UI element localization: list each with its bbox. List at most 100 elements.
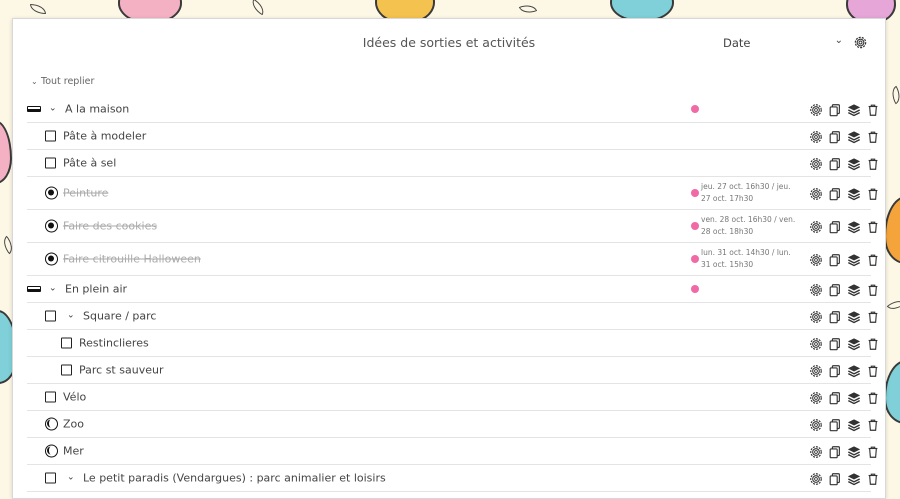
group-row[interactable]: ⌄ En plein air [27,276,878,303]
gear-icon[interactable] [809,390,823,404]
item-label[interactable]: Faire citrouille Halloween [63,253,201,266]
copy-icon[interactable] [828,336,842,351]
completed-radio[interactable] [45,186,58,200]
gear-icon[interactable] [809,444,823,458]
layers-icon[interactable] [847,282,861,297]
list-item[interactable]: Restinclieres [27,330,878,357]
trash-icon[interactable] [866,417,880,431]
group-row[interactable]: ⌄ A la maison [27,96,878,123]
item-label[interactable]: En plein air [65,283,127,296]
layers-icon[interactable] [847,363,861,378]
copy-icon[interactable] [828,186,842,201]
item-label[interactable]: Pâte à sel [63,157,116,170]
gear-icon[interactable] [809,471,823,485]
task-checkbox[interactable] [45,157,56,169]
copy-icon[interactable] [828,417,842,432]
item-label[interactable]: Faire des cookies [63,220,157,233]
copy-icon[interactable] [828,102,842,117]
layers-icon[interactable] [847,336,861,351]
trash-icon[interactable] [866,444,880,458]
layers-icon[interactable] [847,102,861,117]
item-label[interactable]: Restinclieres [79,337,149,350]
trash-icon[interactable] [866,282,880,296]
task-checkbox[interactable] [45,310,56,322]
layers-icon[interactable] [847,309,861,324]
layers-icon[interactable] [847,156,861,171]
copy-icon[interactable] [828,444,842,459]
gear-icon[interactable] [809,156,823,170]
list-item[interactable]: Zoo [27,411,878,438]
trash-icon[interactable] [866,252,880,266]
trash-icon[interactable] [866,363,880,377]
task-checkbox[interactable] [61,337,72,349]
gear-icon[interactable] [809,252,823,266]
in-progress-radio[interactable] [45,417,58,431]
gear-icon[interactable] [809,363,823,377]
list-item[interactable]: Peinture jeu. 27 oct. 16h30 / jeu. 27 oct… [27,177,878,210]
settings-gear-icon[interactable] [853,35,868,50]
copy-icon[interactable] [828,390,842,405]
gear-icon[interactable] [809,219,823,233]
item-label[interactable]: Zoo [63,418,84,431]
trash-icon[interactable] [866,336,880,350]
list-item[interactable]: Faire des cookies ven. 28 oct. 16h30 / ve… [27,210,878,243]
list-item[interactable]: Pâte à sel [27,150,878,177]
layers-icon[interactable] [847,252,861,267]
completed-radio[interactable] [45,219,58,233]
group-toggle-icon[interactable] [27,106,41,112]
trash-icon[interactable] [866,309,880,323]
item-label[interactable]: Square / parc [83,310,156,323]
task-checkbox[interactable] [45,130,56,142]
copy-icon[interactable] [828,156,842,171]
sort-select[interactable]: Date ⌄ [723,35,843,50]
copy-icon[interactable] [828,129,842,144]
trash-icon[interactable] [866,186,880,200]
in-progress-radio[interactable] [45,444,58,458]
item-label[interactable]: Mer [63,445,84,458]
layers-icon[interactable] [847,444,861,459]
copy-icon[interactable] [828,471,842,486]
gear-icon[interactable] [809,336,823,350]
gear-icon[interactable] [809,102,823,116]
copy-icon[interactable] [828,252,842,267]
trash-icon[interactable] [866,156,880,170]
layers-icon[interactable] [847,186,861,201]
trash-icon[interactable] [866,471,880,485]
gear-icon[interactable] [809,309,823,323]
layers-icon[interactable] [847,471,861,486]
item-label[interactable]: Le petit paradis (Vendargues) : parc ani… [83,472,386,485]
list-item[interactable]: Pâte à modeler [27,123,878,150]
chevron-down-icon[interactable]: ⌄ [49,104,57,114]
layers-icon[interactable] [847,390,861,405]
list-item[interactable]: Mer [27,438,878,465]
list-item[interactable]: Parc st sauveur [27,357,878,384]
trash-icon[interactable] [866,219,880,233]
item-label[interactable]: Peinture [63,187,108,200]
chevron-down-icon[interactable]: ⌄ [67,473,75,483]
completed-radio[interactable] [45,252,58,266]
task-checkbox[interactable] [45,472,56,484]
item-label[interactable]: A la maison [65,103,129,116]
list-item[interactable]: ⌄ Square / parc [27,303,878,330]
layers-icon[interactable] [847,417,861,432]
list-item[interactable]: ⌄ Le petit paradis (Vendargues) : parc an… [27,465,878,492]
gear-icon[interactable] [809,282,823,296]
list-item[interactable]: Vélo [27,384,878,411]
list-item[interactable]: Faire citrouille Halloween lun. 31 oct. 1… [27,243,878,276]
item-label[interactable]: Vélo [63,391,86,404]
chevron-down-icon[interactable]: ⌄ [67,311,75,321]
collapse-all-button[interactable]: ⌄ Tout replier [31,76,94,87]
chevron-down-icon[interactable]: ⌄ [49,284,57,294]
trash-icon[interactable] [866,102,880,116]
copy-icon[interactable] [828,309,842,324]
item-label[interactable]: Parc st sauveur [79,364,163,377]
gear-icon[interactable] [809,186,823,200]
task-checkbox[interactable] [61,364,72,376]
copy-icon[interactable] [828,219,842,234]
gear-icon[interactable] [809,417,823,431]
trash-icon[interactable] [866,390,880,404]
copy-icon[interactable] [828,363,842,378]
gear-icon[interactable] [809,129,823,143]
layers-icon[interactable] [847,219,861,234]
group-toggle-icon[interactable] [27,286,41,292]
